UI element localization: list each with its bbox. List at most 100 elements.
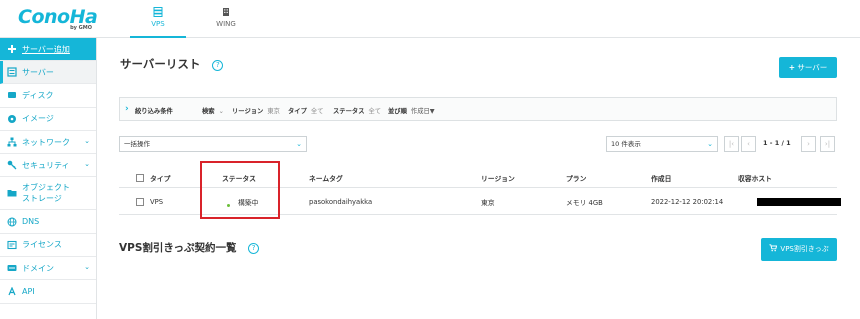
logo-subtext: by GMO xyxy=(70,25,92,31)
filter-search-label: 検索 xyxy=(202,108,215,115)
chevron-down-icon: ⌄ xyxy=(296,140,302,148)
sidebar-item-add-server[interactable]: サーバー追加 xyxy=(0,38,96,61)
sidebar-item-network[interactable]: ネットワーク ⌄ xyxy=(0,131,96,155)
network-icon xyxy=(7,137,17,147)
cell-plan: メモリ 4GB xyxy=(566,198,603,207)
filter-type-label: タイプ xyxy=(288,108,307,115)
conoha-logo[interactable]: ConoHa by GMO xyxy=(18,6,98,32)
api-icon xyxy=(8,286,16,295)
page-title-text: サーバーリスト xyxy=(120,57,201,71)
filter-region[interactable]: リージョン 東京 xyxy=(232,106,280,115)
sidebar-item-label-line2: ストレージ xyxy=(22,194,62,204)
column-header-region[interactable]: リージョン xyxy=(481,173,515,183)
filter-search[interactable]: 検索 ⌄ xyxy=(202,106,224,115)
help-icon[interactable]: ? xyxy=(212,60,224,71)
prev-page-button[interactable]: ‹ xyxy=(741,136,756,152)
last-page-button[interactable]: ›| xyxy=(820,136,835,152)
sidebar-item-server[interactable]: サーバー xyxy=(0,61,96,85)
sidebar-item-object-storage[interactable]: オブジェクト ストレージ xyxy=(0,177,96,211)
pagination-info: 1 - 1 / 1 xyxy=(763,139,791,147)
main-content: サーバーリスト ? + サーバー › 絞り込み条件 検索 ⌄ リージョン 東京 タイ… xyxy=(98,38,860,319)
license-icon xyxy=(7,240,17,249)
first-page-button[interactable]: |‹ xyxy=(724,136,739,152)
globe-icon xyxy=(7,217,17,227)
column-header-plan[interactable]: プラン xyxy=(566,173,586,183)
column-header-type[interactable]: タイプ xyxy=(150,173,170,183)
disk-icon xyxy=(8,92,16,99)
server-stack-icon xyxy=(153,7,163,17)
filter-sort-label: 並び順 xyxy=(388,108,407,115)
building-icon xyxy=(223,8,229,16)
sidebar-item-label: API xyxy=(22,287,35,297)
filter-region-value: 東京 xyxy=(267,108,280,115)
tab-vps-label: VPS xyxy=(151,20,165,28)
chevron-down-icon: ⌄ xyxy=(84,137,90,146)
section-title-vps-coupon: VPS割引きっぷ契約一覧 ? xyxy=(119,240,260,255)
chevron-down-icon: ⌄ xyxy=(707,140,713,148)
filter-status-value: 全て xyxy=(368,108,382,115)
filter-bar: › 絞り込み条件 検索 ⌄ リージョン 東京 タイプ 全て ステータス 全て 並び順 作成… xyxy=(119,97,837,121)
select-all-checkbox[interactable] xyxy=(136,173,144,182)
tab-wing-label: WING xyxy=(216,20,236,28)
vps-coupon-button[interactable]: VPS割引きっぷ xyxy=(761,238,837,261)
domain-icon xyxy=(7,265,17,272)
sidebar-item-label: イメージ xyxy=(22,114,54,124)
sidebar-item-api[interactable]: API xyxy=(0,280,96,304)
key-icon xyxy=(7,161,17,170)
sidebar-item-dns[interactable]: DNS xyxy=(0,210,96,234)
sidebar-item-label: セキュリティ xyxy=(22,160,70,170)
sidebar-item-label: サーバー xyxy=(22,67,54,77)
add-server-button-label: サーバー xyxy=(797,63,828,72)
sidebar: サーバー追加 サーバー ディスク イメージ ネットワーク ⌄ セキュリティ ⌄ … xyxy=(0,38,97,319)
sidebar-item-domain[interactable]: ドメイン ⌄ xyxy=(0,257,96,281)
help-icon[interactable]: ? xyxy=(248,243,260,254)
bulk-action-select[interactable]: 一括操作 ⌄ xyxy=(119,136,307,152)
cart-icon xyxy=(769,244,778,252)
column-header-name-tag[interactable]: ネームタグ xyxy=(309,173,343,183)
top-bar: ConoHa by GMO VPS WING xyxy=(0,0,860,38)
sidebar-item-label: ネットワーク xyxy=(22,137,70,147)
sidebar-item-label: ディスク xyxy=(22,90,54,100)
sidebar-item-security[interactable]: セキュリティ ⌄ xyxy=(0,154,96,178)
vps-coupon-button-label: VPS割引きっぷ xyxy=(780,245,829,253)
sidebar-item-label: オブジェクト ストレージ xyxy=(22,182,70,204)
filter-status[interactable]: ステータス 全て xyxy=(333,106,381,115)
column-header-created[interactable]: 作成日 xyxy=(651,173,671,183)
sidebar-item-label-line1: オブジェクト xyxy=(22,183,70,193)
per-page-select[interactable]: 10 件表示 ⌄ xyxy=(606,136,718,152)
add-server-button[interactable]: + サーバー xyxy=(779,57,837,78)
filter-status-label: ステータス xyxy=(333,108,365,115)
cell-type: VPS xyxy=(150,197,164,206)
chevron-down-icon: ⌄ xyxy=(218,108,224,115)
sidebar-item-label: ライセンス xyxy=(22,240,62,250)
cell-region: 東京 xyxy=(481,198,495,207)
filter-toggle[interactable]: 絞り込み条件 xyxy=(135,106,173,115)
plus-icon xyxy=(8,45,16,53)
next-page-button[interactable]: › xyxy=(801,136,816,152)
tab-vps[interactable]: VPS xyxy=(130,0,186,38)
filter-type-value: 全て xyxy=(310,108,324,115)
per-page-label: 10 件表示 xyxy=(611,140,641,148)
plus-icon: + xyxy=(788,63,795,72)
filter-toggle-label: 絞り込み条件 xyxy=(135,108,173,115)
row-checkbox[interactable] xyxy=(136,197,144,206)
chevron-down-icon: ⌄ xyxy=(84,160,90,169)
server-icon xyxy=(7,67,17,77)
sidebar-item-image[interactable]: イメージ xyxy=(0,108,96,131)
image-icon xyxy=(8,114,16,123)
sidebar-item-disk[interactable]: ディスク xyxy=(0,84,96,108)
filter-type[interactable]: タイプ 全て xyxy=(288,106,323,115)
section-title-text: VPS割引きっぷ契約一覧 xyxy=(119,242,237,254)
filter-sort[interactable]: 並び順 作成日▼ xyxy=(388,106,435,115)
tab-wing[interactable]: WING xyxy=(198,0,254,38)
cell-name-tag[interactable]: pasokondaihyakka xyxy=(309,198,372,206)
sidebar-item-license[interactable]: ライセンス xyxy=(0,234,96,258)
bulk-action-label: 一括操作 xyxy=(124,140,150,148)
cell-created: 2022-12-12 20:02:14 xyxy=(651,197,724,206)
sidebar-item-label: DNS xyxy=(22,217,40,227)
column-header-host[interactable]: 収容ホスト xyxy=(738,173,772,183)
sidebar-item-label: ドメイン xyxy=(22,263,54,273)
chevron-down-icon: ⌄ xyxy=(84,263,90,272)
folder-icon xyxy=(7,190,17,197)
chevron-right-icon[interactable]: › xyxy=(125,104,129,114)
